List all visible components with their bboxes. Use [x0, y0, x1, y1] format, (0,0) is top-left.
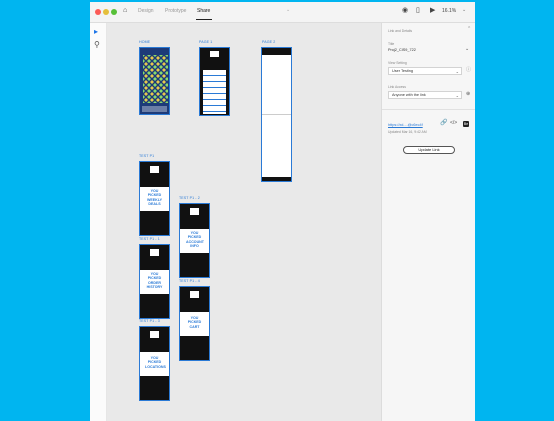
- artboard-label-test5[interactable]: TEST P1 - 3: [139, 319, 160, 323]
- title-area: YOU PICKED WEEKLY DEALS: [140, 187, 169, 211]
- artboard-label-page1[interactable]: PAGE 1: [199, 40, 212, 44]
- title-value[interactable]: Proj2_CIS9_722: [388, 48, 416, 52]
- title-bar: ⌂ Design Prototype Share ⌄ ◉ ▯ ▶ 16.1% ⌄: [90, 2, 475, 23]
- play-icon[interactable]: ▶: [430, 7, 435, 14]
- chevron-down-icon: ⌄: [455, 93, 459, 98]
- device-preview-icon[interactable]: ▯: [416, 7, 420, 14]
- logo: [150, 331, 159, 338]
- page2-footer: [262, 177, 291, 181]
- artboard-label-test4[interactable]: TEST P1 - 4: [179, 279, 200, 283]
- panel-chevron-up-icon[interactable]: ⌃: [467, 27, 471, 32]
- artboard-test1[interactable]: YOU PICKED WEEKLY DEALS: [139, 161, 170, 236]
- behance-icon[interactable]: Be: [463, 121, 469, 127]
- test5-title: YOU PICKED LOCATIONS: [145, 356, 166, 369]
- artboard-page2[interactable]: [261, 47, 292, 182]
- info-icon[interactable]: ⓘ: [466, 68, 471, 73]
- logo: [190, 208, 199, 215]
- app-window: ⌂ Design Prototype Share ⌄ ◉ ▯ ▶ 16.1% ⌄…: [90, 2, 475, 421]
- page2-divider: [262, 114, 291, 115]
- artboard-label-test2[interactable]: TEST P1 - 2: [179, 196, 200, 200]
- maximize-window-button[interactable]: [111, 9, 117, 15]
- artboard-test5[interactable]: YOU PICKED LOCATIONS: [139, 326, 170, 401]
- user-icon[interactable]: ◉: [402, 7, 408, 14]
- zoom-chevron-icon[interactable]: ⌄: [462, 8, 466, 13]
- dock: [142, 106, 167, 112]
- title-chevron-icon[interactable]: ⌄: [465, 47, 469, 52]
- logo: [150, 166, 159, 173]
- select-tool-icon[interactable]: ▸: [94, 28, 98, 36]
- minimize-window-button[interactable]: [103, 9, 109, 15]
- test1-title: YOU PICKED WEEKLY DEALS: [146, 189, 163, 206]
- close-window-button[interactable]: [95, 9, 101, 15]
- artboard-label-test1[interactable]: TEST P1: [139, 154, 154, 158]
- test2-title: YOU PICKED ACCOUNT INFO: [186, 231, 204, 248]
- logo: [190, 291, 199, 298]
- artboard-home[interactable]: [139, 47, 170, 115]
- left-toolbar: ▸ ⚲: [90, 23, 107, 421]
- artboard-label-home[interactable]: HOME: [139, 40, 150, 44]
- copy-link-icon[interactable]: 🔗: [440, 120, 447, 126]
- panel-divider: [382, 109, 475, 110]
- share-link[interactable]: https://xd....@c6ec4f: [388, 123, 423, 127]
- artboard-test2[interactable]: YOU PICKED ACCOUNT INFO: [179, 203, 210, 278]
- zoom-level[interactable]: 16.1%: [442, 8, 456, 14]
- artboard-label-test3[interactable]: TEST P1 - 1: [139, 237, 160, 241]
- app-icon-grid: [143, 55, 168, 103]
- home-icon[interactable]: ⌂: [123, 7, 127, 14]
- share-panel: Link and Details ⌃ Title Proj2_CIS9_722 …: [381, 23, 475, 421]
- tab-design[interactable]: Design: [138, 8, 154, 14]
- artboard-test4[interactable]: YOU PICKED CART: [179, 286, 210, 361]
- title-area: YOU PICKED ORDER HISTORY: [140, 270, 169, 294]
- menu-list: [203, 70, 226, 114]
- embed-code-icon[interactable]: </>: [450, 121, 457, 126]
- tab-prototype[interactable]: Prototype: [165, 8, 186, 14]
- updated-timestamp: Updated Mar 16, 9:42 AM: [388, 130, 427, 134]
- artboard-page1[interactable]: [199, 47, 230, 116]
- title-area: YOU PICKED LOCATIONS: [140, 352, 169, 376]
- link-access-select[interactable]: Anyone with the link ⌄: [388, 91, 462, 99]
- artboard-test3[interactable]: YOU PICKED ORDER HISTORY: [139, 244, 170, 319]
- invite-people-icon[interactable]: ⊕: [466, 92, 470, 97]
- chevron-down-icon[interactable]: ⌄: [286, 8, 290, 13]
- view-setting-label: View Setting: [388, 61, 407, 65]
- update-link-button[interactable]: Update Link: [403, 146, 455, 154]
- tab-share[interactable]: Share: [197, 8, 210, 14]
- title-area: YOU PICKED ACCOUNT INFO: [180, 229, 209, 253]
- test4-title: YOU PICKED CART: [187, 316, 202, 329]
- logo: [150, 249, 159, 256]
- zoom-tool-icon[interactable]: ⚲: [94, 41, 100, 49]
- view-setting-select[interactable]: User Testing ⌄: [388, 67, 462, 75]
- link-access-label: Link Access: [388, 85, 406, 89]
- title-label: Title: [388, 42, 395, 46]
- artboard-label-page2[interactable]: PAGE 2: [262, 40, 275, 44]
- chevron-down-icon: ⌄: [455, 69, 459, 74]
- link-and-details-heading: Link and Details: [388, 29, 413, 33]
- logo-area: [210, 51, 219, 57]
- title-area: YOU PICKED CART: [180, 312, 209, 336]
- test3-title: YOU PICKED ORDER HISTORY: [146, 272, 163, 289]
- page2-header: [262, 48, 291, 55]
- design-canvas[interactable]: HOME PAGE 1 PAGE 2 TEST P1 YOU PICKED WE…: [107, 23, 381, 421]
- active-tab-indicator: [196, 19, 212, 20]
